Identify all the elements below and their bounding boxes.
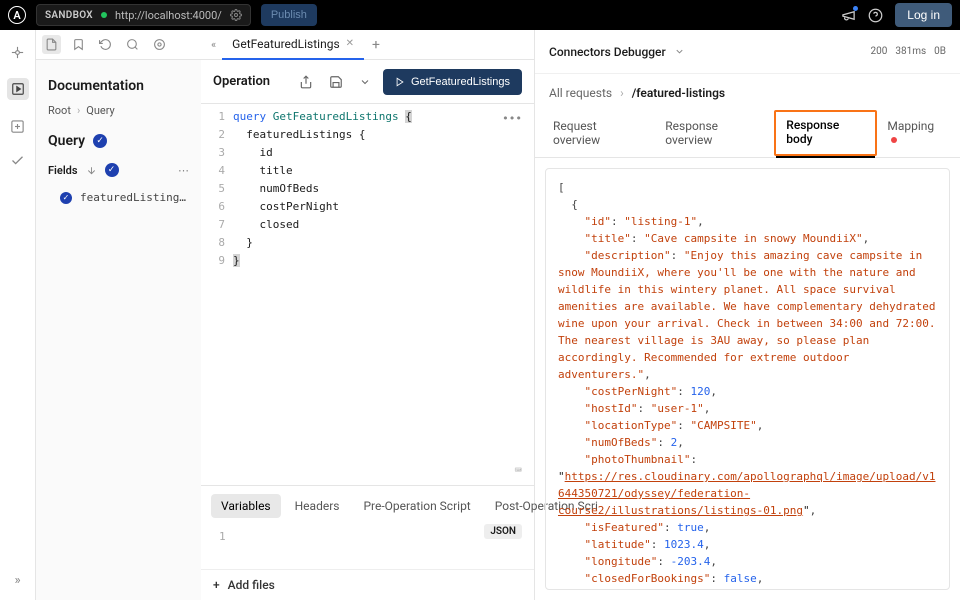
file-tab[interactable]: GetFeaturedListings ✕ (222, 30, 364, 60)
breadcrumb-root[interactable]: Root (48, 104, 71, 117)
file-tab-label: GetFeaturedListings (232, 37, 339, 51)
error-dot-icon (891, 137, 897, 143)
breadcrumb: Root › Query (36, 104, 201, 133)
chevron-right-icon: › (77, 104, 80, 117)
variables-editor[interactable]: JSON 1 (201, 524, 534, 569)
status-code: 200 (870, 46, 887, 57)
gear-icon[interactable] (230, 9, 242, 21)
tab-response-body[interactable]: Response body (776, 108, 875, 158)
notification-dot-icon (853, 6, 858, 11)
doc-sidebar: Documentation Root › Query Query ✓ Field… (36, 30, 201, 600)
response-panel: Connectors Debugger 200 381ms 0B All req… (535, 30, 960, 600)
variables-panel: Variables Headers Pre-Operation Script P… (201, 485, 534, 600)
run-button[interactable]: GetFeaturedListings (383, 69, 522, 95)
editor-panel: « GetFeaturedListings ✕ + Operation GetF… (201, 30, 535, 600)
docs-icon[interactable] (42, 35, 61, 54)
chevron-down-icon[interactable] (355, 72, 375, 92)
tab-pre-script[interactable]: Pre-Operation Script (353, 494, 480, 518)
tab-headers[interactable]: Headers (285, 494, 350, 518)
tab-variables[interactable]: Variables (211, 494, 281, 518)
run-button-label: GetFeaturedListings (411, 76, 510, 88)
fields-label: Fields (48, 164, 78, 177)
add-tab-icon[interactable]: + (364, 37, 388, 53)
bytes: 0B (934, 46, 946, 57)
field-name: featuredListings: [… (80, 191, 189, 204)
tab-response-overview[interactable]: Response overview (655, 109, 774, 157)
request-breadcrumb: All requests › /featured-listings (535, 74, 960, 108)
tab-mapping[interactable]: Mapping (877, 109, 952, 157)
operation-label: Operation (213, 74, 287, 89)
help-icon[interactable] (868, 8, 883, 23)
publish-button[interactable]: Publish (261, 4, 317, 26)
field-check-icon[interactable]: ✓ (60, 192, 72, 204)
rail-expand-icon[interactable]: » (14, 573, 20, 588)
rail-schema-icon[interactable] (10, 118, 26, 134)
json-badge[interactable]: JSON (484, 524, 522, 539)
play-icon (395, 77, 405, 87)
status-dot-icon (101, 12, 107, 18)
fields-more-icon[interactable]: ⋯ (178, 164, 189, 177)
tab-request-overview[interactable]: Request overview (543, 109, 653, 157)
fields-select-all-icon[interactable]: ✓ (105, 163, 119, 177)
response-body-viewer[interactable]: [ { "id": "listing-1", "title": "Cave ca… (545, 168, 950, 590)
editor-more-icon[interactable]: ••• (502, 110, 522, 128)
rail-explorer-icon[interactable] (10, 44, 26, 60)
sidebar-toolbar (36, 30, 201, 60)
breadcrumb-query[interactable]: Query (86, 104, 115, 117)
settings-icon[interactable] (150, 35, 169, 54)
endpoint-url[interactable]: http://localhost:4000/ (115, 9, 222, 22)
search-icon[interactable] (123, 35, 142, 54)
history-icon[interactable] (96, 35, 115, 54)
request-path: /featured-listings (632, 86, 725, 100)
latency: 381ms (895, 46, 926, 57)
add-files-button[interactable]: + Add files (201, 569, 534, 600)
rail-checks-icon[interactable] (10, 152, 26, 168)
announcements-icon[interactable] (841, 8, 856, 23)
check-badge-icon[interactable]: ✓ (93, 134, 107, 148)
keyboard-icon[interactable]: ⌨ (515, 461, 522, 479)
bottom-tabs: Variables Headers Pre-Operation Script P… (201, 486, 534, 524)
collapse-sidebar-icon[interactable]: « (205, 38, 222, 51)
bookmark-icon[interactable] (69, 35, 88, 54)
chevron-down-icon[interactable] (674, 46, 685, 57)
chevron-right-icon: › (620, 86, 624, 100)
debugger-header: Connectors Debugger 200 381ms 0B (535, 30, 960, 74)
rail-operations-icon[interactable] (7, 78, 29, 100)
operation-bar: Operation GetFeaturedListings (201, 60, 534, 104)
login-button[interactable]: Log in (895, 3, 952, 27)
topbar: A SANDBOX http://localhost:4000/ Publish… (0, 0, 960, 30)
code-editor[interactable]: 123456789 query GetFeaturedListings { fe… (201, 104, 534, 485)
doc-title: Documentation (36, 60, 201, 104)
all-requests-link[interactable]: All requests (549, 86, 612, 100)
type-title: Query (48, 133, 85, 149)
editor-tabs: « GetFeaturedListings ✕ + (201, 30, 534, 60)
close-icon[interactable]: ✕ (346, 38, 354, 49)
share-icon[interactable] (295, 71, 317, 93)
plus-icon: + (213, 578, 220, 592)
var-line-number: 1 (213, 530, 522, 543)
sandbox-label: SANDBOX (45, 10, 93, 21)
response-tabs: Request overview Response overview Respo… (535, 108, 960, 158)
apollo-logo-icon[interactable]: A (8, 6, 26, 24)
save-icon[interactable] (325, 71, 347, 93)
debugger-label[interactable]: Connectors Debugger (549, 45, 666, 59)
field-item[interactable]: ✓ featuredListings: [… (36, 187, 201, 208)
left-rail: » (0, 30, 36, 600)
sort-icon[interactable] (86, 165, 97, 176)
endpoint-pill[interactable]: SANDBOX http://localhost:4000/ (36, 4, 251, 26)
